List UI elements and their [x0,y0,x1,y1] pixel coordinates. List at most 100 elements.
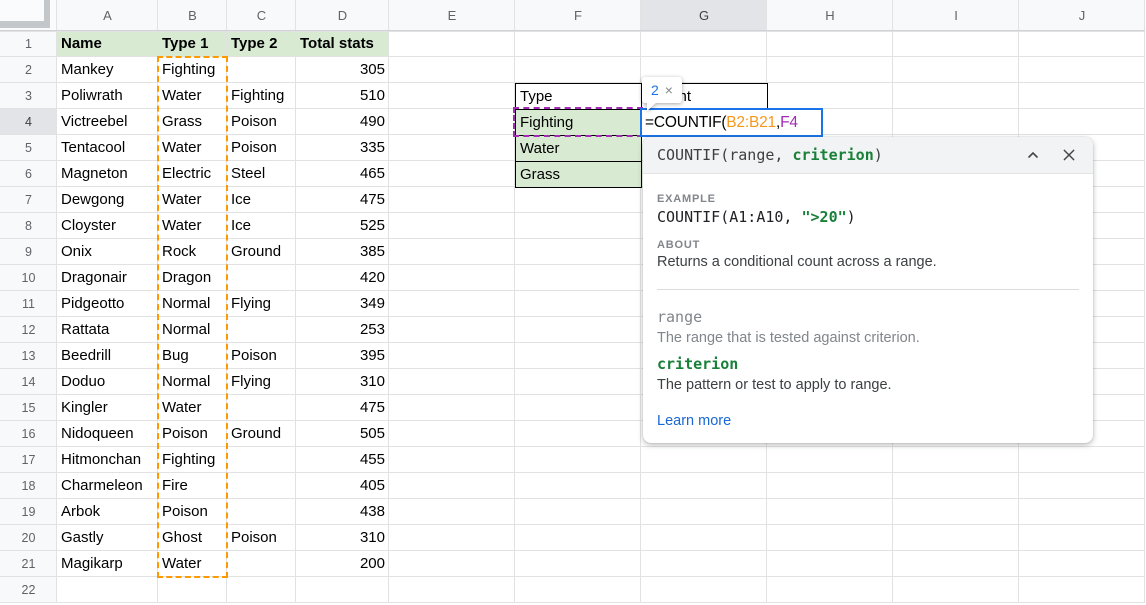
cell-C7[interactable]: Ice [227,187,296,213]
row-header-18[interactable]: 18 [0,473,57,499]
cell-D5[interactable]: 335 [296,135,389,161]
column-header-C[interactable]: C [227,0,296,31]
cell-B3[interactable]: Water [158,83,227,109]
cell-D9[interactable]: 385 [296,239,389,265]
cell-A7[interactable]: Dewgong [57,187,158,213]
row-header-13[interactable]: 13 [0,343,57,369]
row-header-6[interactable]: 6 [0,161,57,187]
cell-D17[interactable]: 455 [296,447,389,473]
row-header-19[interactable]: 19 [0,499,57,525]
cell-A10[interactable]: Dragonair [57,265,158,291]
cell-D16[interactable]: 505 [296,421,389,447]
cell-D6[interactable]: 465 [296,161,389,187]
cell-C13[interactable]: Poison [227,343,296,369]
cell-A12[interactable]: Rattata [57,317,158,343]
cell-A6[interactable]: Magneton [57,161,158,187]
cell-F6[interactable]: Grass [515,161,642,188]
row-header-12[interactable]: 12 [0,317,57,343]
cell-A5[interactable]: Tentacool [57,135,158,161]
cell-D13[interactable]: 395 [296,343,389,369]
row-header-9[interactable]: 9 [0,239,57,265]
cell-A16[interactable]: Nidoqueen [57,421,158,447]
cell-B18[interactable]: Fire [158,473,227,499]
cell-A21[interactable]: Magikarp [57,551,158,577]
column-header-B[interactable]: B [158,0,227,31]
cell-F4[interactable]: Fighting [515,109,642,136]
row-header-8[interactable]: 8 [0,213,57,239]
freeze-rows-handle[interactable] [0,21,50,28]
row-header-17[interactable]: 17 [0,447,57,473]
cell-B4[interactable]: Grass [158,109,227,135]
cell-A18[interactable]: Charmeleon [57,473,158,499]
row-header-4[interactable]: 4 [0,109,57,135]
row-header-20[interactable]: 20 [0,525,57,551]
row-header-16[interactable]: 16 [0,421,57,447]
cell-C14[interactable]: Flying [227,369,296,395]
cell-D1[interactable]: Total stats [296,31,389,57]
cell-B21[interactable]: Water [158,551,227,577]
column-header-F[interactable]: F [515,0,641,31]
column-header-I[interactable]: I [893,0,1019,31]
row-header-10[interactable]: 10 [0,265,57,291]
cell-F3[interactable]: Type [515,83,642,110]
cell-D11[interactable]: 349 [296,291,389,317]
cell-C1[interactable]: Type 2 [227,31,296,57]
row-header-21[interactable]: 21 [0,551,57,577]
collapse-chevron-icon[interactable] [1025,147,1041,163]
cell-D15[interactable]: 475 [296,395,389,421]
cell-D19[interactable]: 438 [296,499,389,525]
row-header-3[interactable]: 3 [0,83,57,109]
cell-A19[interactable]: Arbok [57,499,158,525]
cell-D12[interactable]: 253 [296,317,389,343]
cell-A9[interactable]: Onix [57,239,158,265]
cell-B13[interactable]: Bug [158,343,227,369]
row-header-15[interactable]: 15 [0,395,57,421]
cell-C3[interactable]: Fighting [227,83,296,109]
cell-B7[interactable]: Water [158,187,227,213]
cell-A15[interactable]: Kingler [57,395,158,421]
cell-C8[interactable]: Ice [227,213,296,239]
cell-B15[interactable]: Water [158,395,227,421]
cell-C11[interactable]: Flying [227,291,296,317]
cell-B5[interactable]: Water [158,135,227,161]
popup-close-icon[interactable] [1061,147,1077,163]
cell-B17[interactable]: Fighting [158,447,227,473]
cell-B12[interactable]: Normal [158,317,227,343]
cell-B11[interactable]: Normal [158,291,227,317]
cell-D14[interactable]: 310 [296,369,389,395]
column-header-G[interactable]: G [641,0,767,31]
cell-B1[interactable]: Type 1 [158,31,227,57]
column-header-A[interactable]: A [57,0,158,31]
cell-B14[interactable]: Normal [158,369,227,395]
cell-B8[interactable]: Water [158,213,227,239]
row-header-14[interactable]: 14 [0,369,57,395]
cell-A1[interactable]: Name [57,31,158,57]
cell-A11[interactable]: Pidgeotto [57,291,158,317]
row-header-7[interactable]: 7 [0,187,57,213]
cell-D18[interactable]: 405 [296,473,389,499]
column-header-D[interactable]: D [296,0,389,31]
cell-F5[interactable]: Water [515,135,642,162]
cell-B20[interactable]: Ghost [158,525,227,551]
cell-D20[interactable]: 310 [296,525,389,551]
formula-editor[interactable]: =COUNTIF(B2:B21,F4 [640,108,823,137]
cell-B19[interactable]: Poison [158,499,227,525]
cell-B2[interactable]: Fighting [158,57,227,83]
cell-C9[interactable]: Ground [227,239,296,265]
column-header-E[interactable]: E [389,0,515,31]
cell-D3[interactable]: 510 [296,83,389,109]
cell-D10[interactable]: 420 [296,265,389,291]
cell-C20[interactable]: Poison [227,525,296,551]
row-header-11[interactable]: 11 [0,291,57,317]
cell-D2[interactable]: 305 [296,57,389,83]
column-header-H[interactable]: H [767,0,893,31]
cell-A2[interactable]: Mankey [57,57,158,83]
cell-A4[interactable]: Victreebel [57,109,158,135]
cell-B6[interactable]: Electric [158,161,227,187]
cell-A8[interactable]: Cloyster [57,213,158,239]
cell-D8[interactable]: 525 [296,213,389,239]
row-header-1[interactable]: 1 [0,31,57,57]
cell-A14[interactable]: Doduo [57,369,158,395]
cell-C5[interactable]: Poison [227,135,296,161]
cell-D7[interactable]: 475 [296,187,389,213]
